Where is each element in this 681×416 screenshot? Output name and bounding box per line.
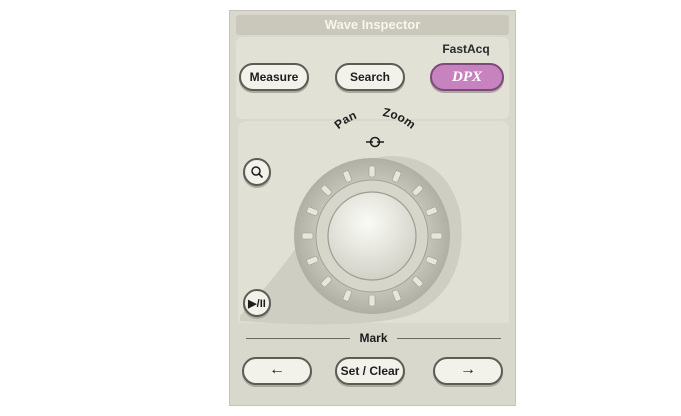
mark-set-clear-button[interactable]: Set / Clear: [335, 357, 405, 385]
play-pause-button[interactable]: ▶/II: [243, 289, 271, 317]
magnifier-icon: [251, 166, 264, 179]
arrow-right-icon: →: [460, 361, 476, 378]
mark-next-button[interactable]: →: [433, 357, 503, 385]
knob-center[interactable]: [327, 191, 417, 281]
mark-label: Mark: [359, 331, 388, 345]
pan-zoom-knob-area: Pan Zoom: [238, 105, 509, 325]
mark-divider-left: [246, 338, 350, 339]
mark-previous-button[interactable]: ←: [242, 357, 312, 385]
arrow-left-icon: ←: [269, 361, 285, 378]
mark-divider-right: [397, 338, 501, 339]
wave-inspector-panel: Wave Inspector FastAcq Measure Search DP…: [229, 10, 516, 406]
play-pause-icon: ▶/II: [248, 297, 266, 310]
zoom-button[interactable]: [243, 158, 271, 186]
